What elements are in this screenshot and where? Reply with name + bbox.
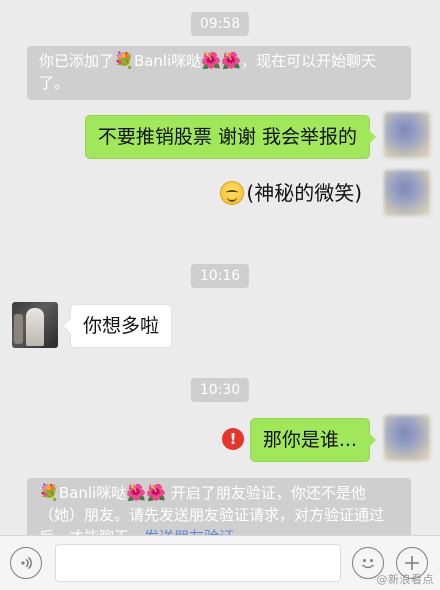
flower-icon: 💐 xyxy=(39,483,59,502)
flower-icon: 💐 xyxy=(114,51,134,70)
chat-bubble-self[interactable]: 那你是谁... xyxy=(249,418,377,462)
self-avatar[interactable] xyxy=(384,112,430,158)
timestamp: 10:16 xyxy=(190,264,250,288)
avatar-figure xyxy=(26,308,44,346)
contact-name: Banli咪哒 xyxy=(133,52,202,70)
input-bar: @新浪看点 xyxy=(0,535,440,590)
message-input[interactable] xyxy=(55,544,341,582)
contact-avatar[interactable] xyxy=(12,302,58,348)
system-text: 你已添加了 xyxy=(39,52,115,70)
hibiscus-icon: 🌺 xyxy=(201,51,222,70)
avatar-figure xyxy=(14,314,23,344)
emoji-text: (神秘的微笑) xyxy=(246,181,362,205)
timestamp: 09:58 xyxy=(190,12,250,36)
hibiscus-icon: 🌺 xyxy=(146,483,167,502)
system-message-verification: 💐Banli咪哒🌺🌺 开启了朋友验证，你还不是他（她）朋友。请先发送朋友验证请求… xyxy=(27,478,411,538)
smile-emoji-icon xyxy=(220,181,245,205)
self-avatar[interactable] xyxy=(384,170,430,216)
timestamp: 10:30 xyxy=(190,378,250,402)
chat-bubble-other[interactable]: 你想多啦 xyxy=(63,304,173,348)
voice-icon[interactable] xyxy=(10,547,42,579)
hibiscus-icon: 🌺 xyxy=(126,483,147,502)
self-avatar[interactable] xyxy=(384,415,430,461)
contact-name: Banli咪哒 xyxy=(58,484,127,502)
system-message-added-friend: 你已添加了💐Banli咪哒🌺🌺，现在可以开始聊天了。 xyxy=(27,46,411,100)
watermark: @新浪看点 xyxy=(376,573,434,586)
hibiscus-icon: 🌺 xyxy=(221,51,242,70)
chat-emoji-message-self[interactable]: (神秘的微笑) xyxy=(220,179,362,207)
chat-bubble-self[interactable]: 不要推销股票 谢谢 我会举报的 xyxy=(84,115,377,159)
send-failed-icon[interactable]: ! xyxy=(222,428,244,450)
